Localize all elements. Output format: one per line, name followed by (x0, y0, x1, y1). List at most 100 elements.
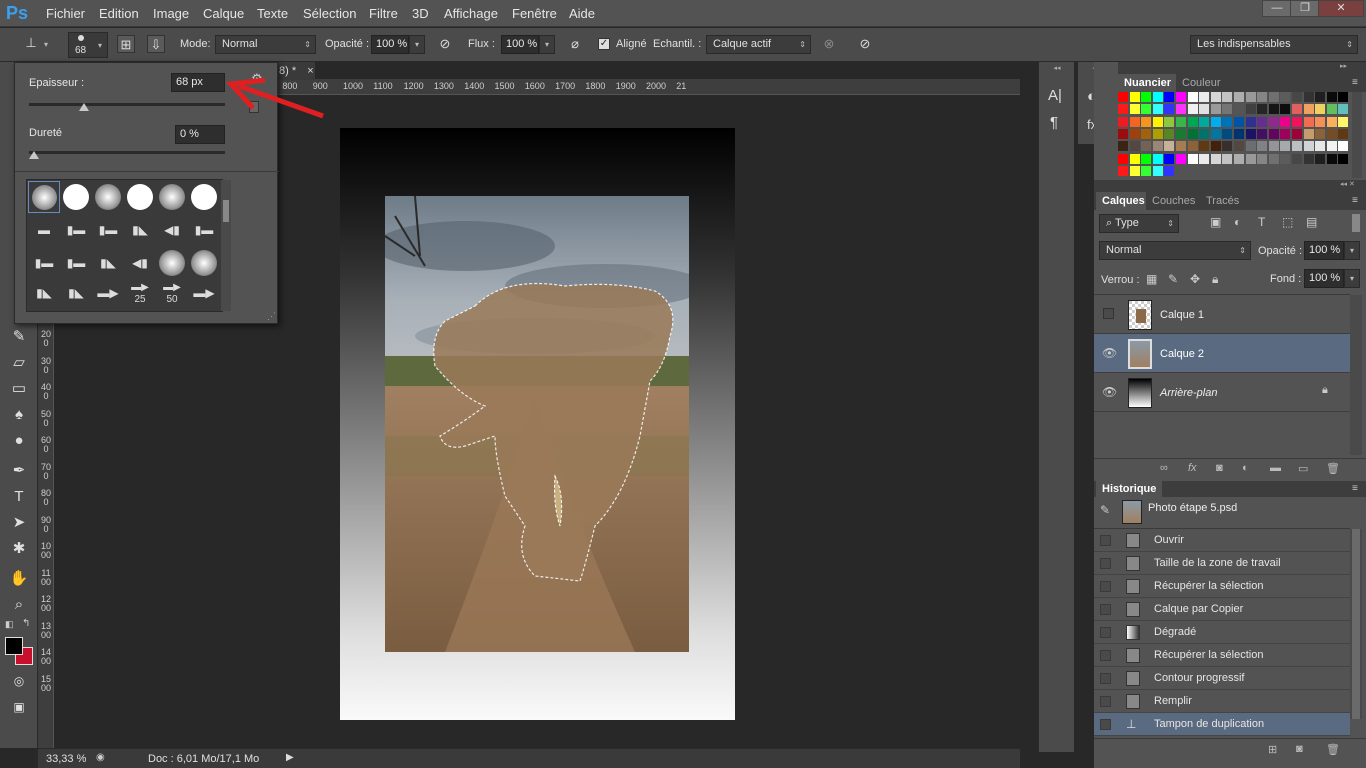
color-swatch[interactable] (1234, 153, 1244, 164)
color-swatch[interactable] (1292, 141, 1302, 152)
brush-tip[interactable]: ▮▬ (28, 247, 60, 279)
history-state[interactable]: ⊥ Tampon de duplication (1094, 713, 1350, 736)
color-swatch[interactable] (1187, 92, 1198, 102)
brush-tip-50[interactable]: ▬▶ 50 (156, 280, 188, 312)
color-swatch[interactable] (1141, 116, 1152, 127)
color-swatch[interactable] (1245, 153, 1256, 164)
gradient-tool-icon[interactable]: ▭ (8, 378, 30, 400)
history-state[interactable]: Contour progressif (1094, 667, 1350, 690)
lock-transparent-icon[interactable]: ▦ (1146, 272, 1157, 286)
color-swatch[interactable] (1141, 104, 1152, 115)
color-swatch[interactable] (1280, 153, 1291, 164)
brush-soft-round[interactable] (92, 181, 124, 213)
foreground-color-swatch[interactable] (5, 637, 23, 655)
color-swatch[interactable] (1268, 141, 1279, 152)
color-swatch[interactable] (1303, 141, 1314, 152)
lock-all-icon[interactable]: 🔒︎ (1212, 272, 1218, 287)
brush-tip-25[interactable]: ▬▶ 25 (124, 280, 156, 312)
brush-tip-grid[interactable]: ▬ ▮▬ ▮▬ ▮◣ ◀▮ ▮▬ ▮▬ ▮▬ ▮◣ ◀▮ ▮◣ ▮◣ ▬▶ ▬▶… (26, 179, 231, 312)
brush-tip[interactable]: ▮◣ (92, 247, 124, 279)
history-brush-tool-icon[interactable]: ✎ (8, 326, 30, 348)
color-swatch[interactable] (1222, 116, 1233, 127)
color-swatch[interactable] (1199, 116, 1210, 127)
layer-name[interactable]: Calque 2 (1160, 348, 1204, 360)
color-swatch[interactable] (1141, 92, 1152, 102)
color-swatch[interactable] (1280, 116, 1291, 127)
lock-position-icon[interactable]: ✥ (1190, 272, 1200, 286)
paragraph-panel-icon[interactable]: ¶ (1050, 114, 1058, 131)
color-swatch[interactable] (1280, 128, 1291, 139)
history-state[interactable]: Remplir (1094, 690, 1350, 713)
tab-color[interactable]: Couleur (1176, 74, 1227, 92)
menu-filtre[interactable]: Filtre (369, 6, 398, 21)
aligned-checkbox[interactable]: ✓ (598, 38, 610, 50)
color-swatch[interactable] (1338, 104, 1349, 115)
color-swatch[interactable] (1176, 153, 1186, 164)
color-swatch[interactable] (1338, 128, 1349, 139)
new-snapshot-icon[interactable]: ◙ (1296, 743, 1303, 755)
zoom-tool-icon[interactable]: ⌕ (8, 594, 30, 616)
color-swatch[interactable] (1152, 104, 1163, 115)
color-swatch[interactable] (1210, 153, 1221, 164)
new-document-from-state-icon[interactable]: ⊞ (1268, 743, 1277, 756)
color-swatch[interactable] (1303, 92, 1314, 102)
history-brush-source-checkbox[interactable] (1100, 696, 1111, 707)
collapse-dock-icon[interactable]: ◂◂ ✕ (1340, 180, 1355, 188)
color-swatch[interactable] (1303, 116, 1314, 127)
color-swatch[interactable] (1245, 141, 1256, 152)
color-swatch[interactable] (1152, 141, 1163, 152)
brush-soft-round-selected[interactable] (28, 181, 60, 213)
color-swatch[interactable] (1245, 104, 1256, 115)
hardness-slider-thumb[interactable] (29, 151, 39, 159)
color-swatch[interactable] (1315, 104, 1326, 115)
brush-tip[interactable]: ▮▬ (60, 247, 92, 279)
color-swatch[interactable] (1234, 141, 1244, 152)
history-brush-source-checkbox[interactable] (1100, 673, 1111, 684)
color-swatch[interactable] (1326, 128, 1337, 139)
custom-shape-tool-icon[interactable]: ✱ (8, 538, 30, 560)
history-state[interactable]: Récupérer la sélection (1094, 644, 1350, 667)
brush-tip[interactable]: ▬ (28, 214, 60, 246)
status-info-icon[interactable]: ◉ (96, 752, 105, 763)
history-state[interactable]: Dégradé (1094, 621, 1350, 644)
color-swatch[interactable] (1210, 128, 1221, 139)
color-swatch[interactable] (1118, 104, 1128, 115)
dodge-tool-icon[interactable]: ● (8, 430, 30, 452)
history-state[interactable]: Taille de la zone de travail (1094, 552, 1350, 575)
color-swatch[interactable] (1234, 128, 1244, 139)
color-swatch[interactable] (1129, 116, 1140, 127)
color-swatch[interactable] (1141, 153, 1152, 164)
color-swatch[interactable] (1199, 104, 1210, 115)
brush-hard-round[interactable] (60, 181, 92, 213)
color-swatch[interactable] (1234, 116, 1244, 127)
color-swatch[interactable] (1257, 104, 1268, 115)
color-swatch[interactable] (1326, 104, 1337, 115)
color-swatch[interactable] (1176, 141, 1186, 152)
filter-type-icon[interactable]: T (1258, 215, 1265, 229)
character-panel-icon[interactable]: A| (1048, 87, 1062, 104)
swatch-scrollbar[interactable] (1352, 92, 1362, 178)
color-swatch[interactable] (1315, 153, 1326, 164)
adjustment-layer-icon[interactable]: ◐ (1242, 462, 1249, 474)
color-swatch[interactable] (1280, 104, 1291, 115)
hardness-field[interactable]: 0 % (175, 125, 225, 144)
color-swatch[interactable] (1152, 92, 1163, 102)
color-swatch[interactable] (1315, 128, 1326, 139)
color-swatch[interactable] (1280, 141, 1291, 152)
document-tab-close-icon[interactable]: × (307, 65, 313, 77)
panel-menu-icon[interactable]: ≡ (1352, 195, 1358, 206)
size-field[interactable]: 68 px (171, 73, 225, 92)
sample-dropdown[interactable]: Calque actif ⇕ (706, 35, 811, 54)
size-slider-track[interactable] (29, 103, 225, 106)
color-swatch[interactable] (1338, 141, 1349, 152)
color-swatch[interactable] (1118, 116, 1128, 127)
color-swatch[interactable] (1187, 128, 1198, 139)
brush-panel-toggle-icon[interactable]: ⊞ (117, 35, 135, 53)
brush-hard-round[interactable] (124, 181, 156, 213)
clone-source-panel-icon[interactable]: ⇩ (147, 35, 165, 53)
brush-tip[interactable]: ▬▶ (92, 280, 124, 312)
pen-tool-icon[interactable]: ✒ (8, 460, 30, 482)
color-swatch[interactable] (1338, 116, 1349, 127)
color-swatch[interactable] (1118, 141, 1128, 152)
type-tool-icon[interactable]: T (8, 486, 30, 508)
